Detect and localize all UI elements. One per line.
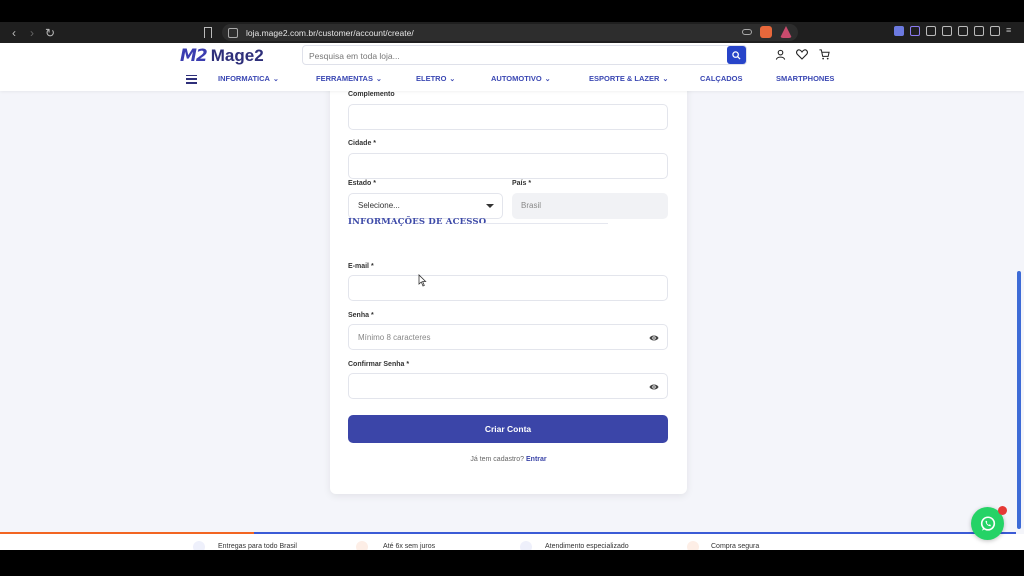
nav-item-informatica[interactable]: INFORMATICA ⌄ [218,74,279,83]
reload-icon[interactable]: ↻ [42,25,58,41]
sidebar-icon[interactable] [942,26,952,36]
senha-field-wrap [348,324,668,350]
logo-text: Mage2 [210,46,264,65]
back-icon[interactable]: ‹ [6,25,22,41]
chevron-down-icon: ⌄ [272,76,279,83]
feature-support: Atendimento especializado [545,543,629,550]
register-form-card: Complemento Cidade * Estado * Selecione.… [330,73,687,494]
nav-item-automotivo[interactable]: AUTOMOTIVO ⌄ [491,74,551,83]
feature-installments: Até 6x sem juros [383,543,436,550]
extension-d-icon[interactable] [910,26,920,36]
cidade-field-wrap [348,153,668,179]
bookmark-icon[interactable] [204,27,212,38]
confirmar-senha-input[interactable] [349,374,667,398]
url-text: loja.mage2.com.br/customer/account/creat… [246,27,414,38]
warning-extension-icon[interactable] [780,26,792,38]
scrollbar-thumb[interactable] [1017,271,1021,529]
notification-badge [998,506,1007,515]
search-icon [732,50,741,60]
leo-icon[interactable] [974,26,984,36]
address-bar[interactable]: loja.mage2.com.br/customer/account/creat… [222,24,798,41]
letterbox-top [0,0,1024,22]
browser-toolbar: ‹ › ↻ loja.mage2.com.br/customer/account… [0,22,1024,43]
chevron-down-icon: ⌄ [375,76,382,83]
email-label: E-mail * [348,263,374,270]
shield-extension-icon[interactable] [760,26,772,38]
pais-field: Brasil [512,193,668,219]
show-password-icon[interactable] [649,382,659,392]
main-nav [186,71,218,87]
search-box [302,45,747,65]
search-button[interactable] [727,46,746,64]
feature-shipping: Entregas para todo Brasil [218,543,297,550]
menu-icon[interactable]: ≡ [1006,26,1016,36]
cidade-label: Cidade * [348,140,377,147]
wishlist-icon[interactable] [796,48,808,60]
nav-item-esporte-lazer[interactable]: ESPORTE & LAZER ⌄ [589,74,668,83]
vpn-icon[interactable] [990,26,1000,36]
complemento-input[interactable] [349,105,667,129]
nav-item-eletro[interactable]: ELETRO ⌄ [416,74,455,83]
webpage: M2 Mage2 INFORMATICA⌄ FERRAMENTAS⌄ ELETR… [0,43,1024,550]
email-field-wrap [348,275,668,301]
estado-label: Estado * [348,180,377,187]
features-strip: Entregas para todo Brasil Até 6x sem jur… [0,534,1024,550]
logo-mark: M2 [180,46,208,66]
wallet-icon[interactable] [958,26,968,36]
senha-label: Senha * [348,312,374,319]
site-info-icon[interactable] [228,27,238,38]
card-icon [356,541,368,550]
login-link[interactable]: Entrar [526,456,547,463]
extension-icon[interactable] [894,26,904,36]
truck-icon [193,541,205,550]
hamburger-icon[interactable] [186,74,197,84]
login-prompt: Já tem cadastro? Entrar [330,456,687,463]
show-password-icon[interactable] [649,333,659,343]
estado-selected-value: Selecione... [358,201,400,210]
cart-icon[interactable] [818,48,830,60]
section-divider [480,223,608,224]
account-icon[interactable] [774,48,786,60]
access-section-title: INFORMAÇÕES DE ACESSO [348,217,487,227]
chevron-down-icon: ⌄ [662,76,669,83]
pais-label: País * [512,180,532,187]
header-actions [774,48,830,60]
feature-secure: Compra segura [711,543,760,550]
chevron-down-icon: ⌄ [544,76,551,83]
whatsapp-icon [980,515,995,531]
browser-extensions: ≡ [894,26,1016,36]
chevron-down-icon: ⌄ [449,76,456,83]
key-icon[interactable] [742,29,752,35]
site-header: M2 Mage2 INFORMATICA⌄ FERRAMENTAS⌄ ELETR… [0,43,1024,91]
nav-item-ferramentas[interactable]: FERRAMENTAS ⌄ [316,74,382,83]
logo[interactable]: M2 Mage2 [180,46,264,66]
screen: ‹ › ↻ loja.mage2.com.br/customer/account… [0,0,1024,576]
lock-icon [687,541,699,550]
cidade-input[interactable] [349,154,667,178]
complemento-label: Complemento [348,91,395,98]
support-icon [520,541,532,550]
create-account-button[interactable]: Criar Conta [348,415,668,443]
forward-icon[interactable]: › [24,25,40,41]
puzzle-icon[interactable] [926,26,936,36]
nav-item-smartphones[interactable]: SMARTPHONES [776,74,834,83]
search-input[interactable] [303,47,713,65]
complemento-field-wrap [348,104,668,130]
confirmar-senha-field-wrap [348,373,668,399]
nav-item-calcados[interactable]: CALÇADOS [700,74,743,83]
estado-select[interactable]: Selecione... [348,193,503,219]
caret-down-icon [486,204,494,208]
mouse-cursor-icon [418,274,427,287]
login-prompt-text: Já tem cadastro? [470,456,525,463]
email-input[interactable] [349,276,667,300]
letterbox-bottom [0,550,1024,576]
confirmar-senha-label: Confirmar Senha * [348,361,410,368]
senha-input[interactable] [349,325,667,349]
